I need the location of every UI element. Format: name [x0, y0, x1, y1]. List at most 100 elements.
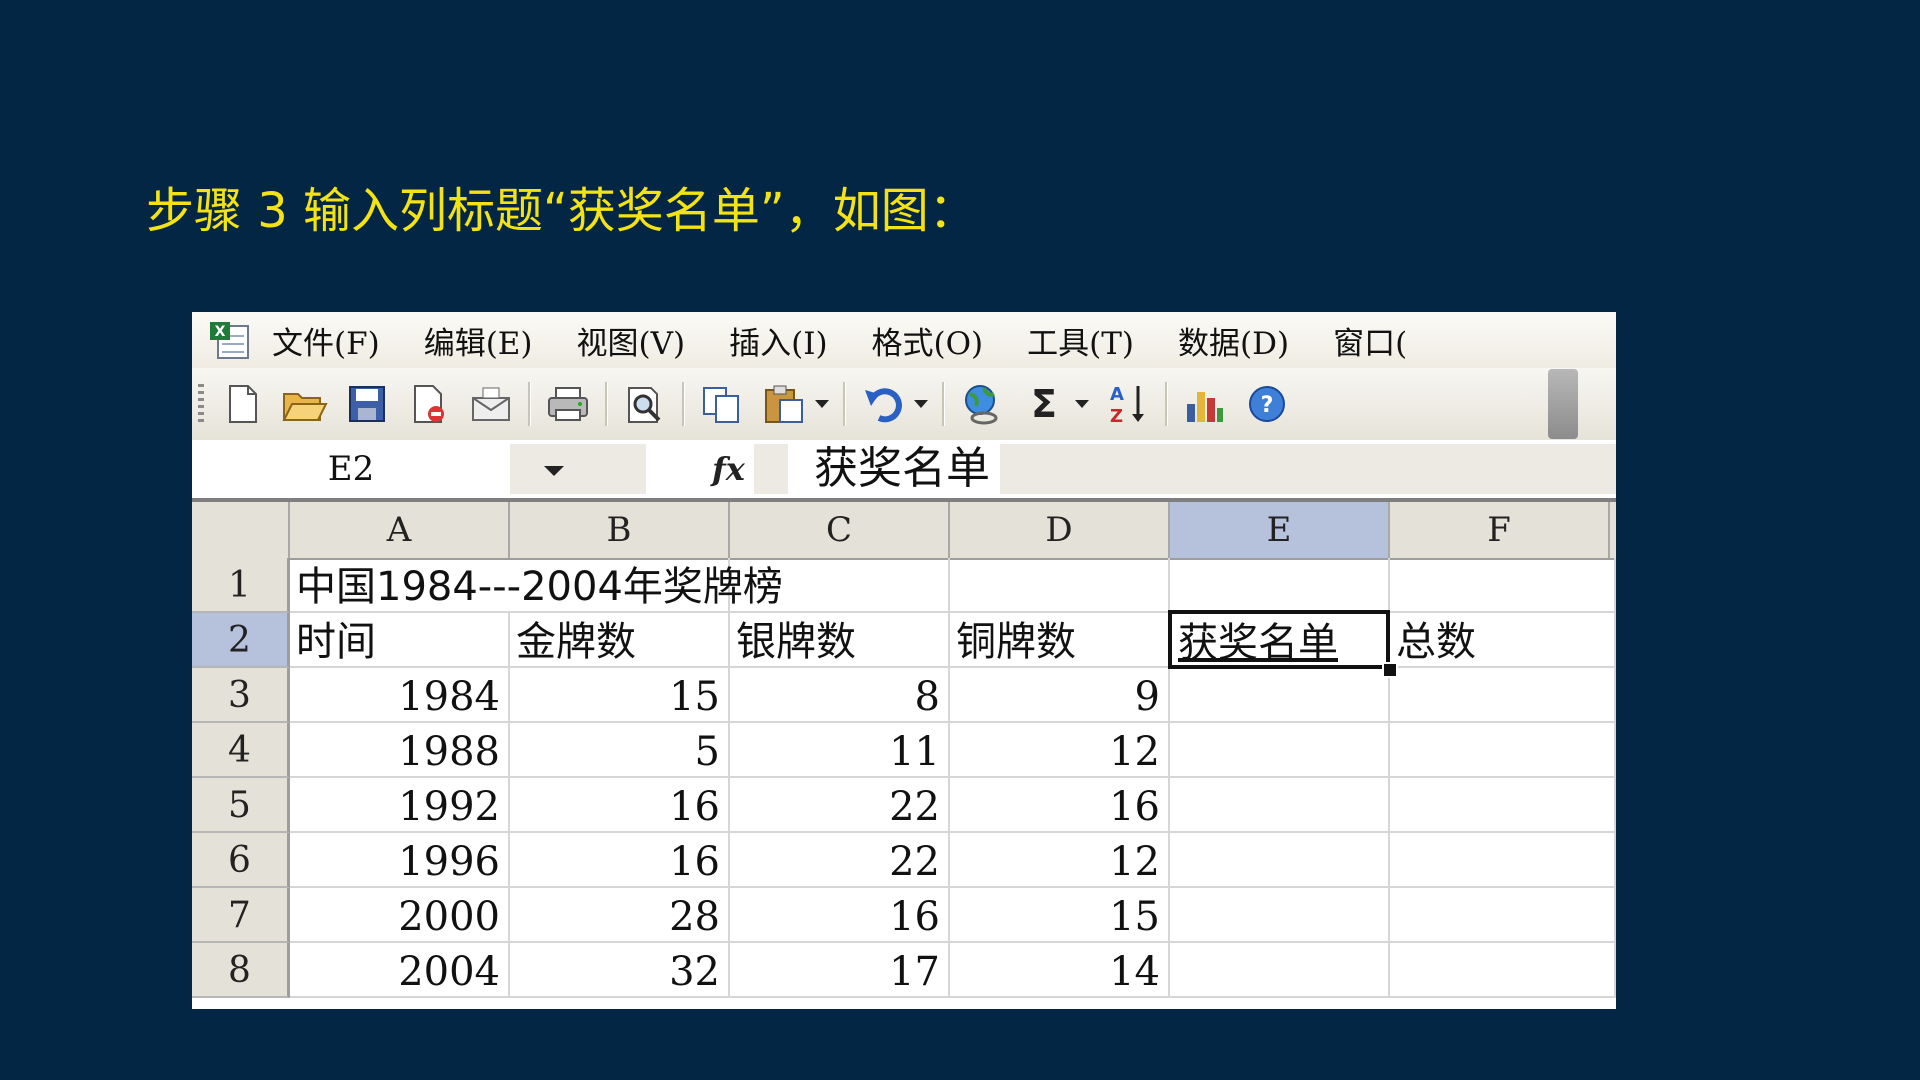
- toolbar-grip[interactable]: [198, 384, 204, 424]
- cell-b7[interactable]: 28: [510, 888, 730, 943]
- toolbar-options-icon[interactable]: [1548, 369, 1578, 439]
- open-icon[interactable]: [278, 377, 332, 431]
- sort-ascending-icon[interactable]: AZ: [1101, 377, 1155, 431]
- cell-c8[interactable]: 17: [730, 943, 950, 998]
- autosum-icon[interactable]: Σ: [1017, 377, 1071, 431]
- formula-bar: E2 fx 获奖名单: [192, 440, 1616, 502]
- cell-d2[interactable]: 铜牌数: [950, 613, 1170, 668]
- name-box-dropdown[interactable]: [510, 444, 646, 494]
- cell-a5[interactable]: 1992: [290, 778, 510, 833]
- cell-e8[interactable]: [1170, 943, 1390, 998]
- standard-toolbar: Σ AZ ?: [192, 368, 1616, 440]
- row-header-3[interactable]: 3: [192, 668, 290, 723]
- cell-d7[interactable]: 15: [950, 888, 1170, 943]
- cell-c7[interactable]: 16: [730, 888, 950, 943]
- copy-icon[interactable]: [695, 377, 749, 431]
- row-header-8[interactable]: 8: [192, 943, 290, 998]
- menu-window[interactable]: 窗口(: [1333, 318, 1407, 363]
- cell-f4[interactable]: [1390, 723, 1616, 778]
- column-header-a[interactable]: A: [290, 502, 510, 558]
- row-header-6[interactable]: 6: [192, 833, 290, 888]
- cell-f5[interactable]: [1390, 778, 1616, 833]
- row-header-1[interactable]: 1: [192, 558, 290, 613]
- cell-a7[interactable]: 2000: [290, 888, 510, 943]
- fx-icon[interactable]: fx: [712, 444, 745, 494]
- cell-d5[interactable]: 16: [950, 778, 1170, 833]
- cell-d6[interactable]: 12: [950, 833, 1170, 888]
- paste-dropdown-icon[interactable]: [815, 400, 829, 408]
- fill-handle[interactable]: [1382, 662, 1398, 678]
- undo-icon[interactable]: [856, 377, 910, 431]
- formula-input[interactable]: 获奖名单: [788, 440, 1000, 498]
- menu-edit[interactable]: 编辑(E): [424, 318, 533, 363]
- column-header-d[interactable]: D: [950, 502, 1170, 558]
- cell-a3[interactable]: 1984: [290, 668, 510, 723]
- chart-wizard-icon[interactable]: [1178, 377, 1232, 431]
- cell-d4[interactable]: 12: [950, 723, 1170, 778]
- cell-c2[interactable]: 银牌数: [730, 613, 950, 668]
- permission-icon[interactable]: [402, 377, 456, 431]
- cell-e6[interactable]: [1170, 833, 1390, 888]
- cell-a2[interactable]: 时间: [290, 613, 510, 668]
- paste-icon[interactable]: [757, 377, 811, 431]
- cell-e7[interactable]: [1170, 888, 1390, 943]
- column-header-f[interactable]: F: [1390, 502, 1610, 558]
- cell-c5[interactable]: 22: [730, 778, 950, 833]
- cell-d3[interactable]: 9: [950, 668, 1170, 723]
- cell-f7[interactable]: [1390, 888, 1616, 943]
- name-box[interactable]: E2: [192, 444, 510, 494]
- print-icon[interactable]: [541, 377, 595, 431]
- cell-d1[interactable]: [950, 558, 1170, 613]
- column-header-c[interactable]: C: [730, 502, 950, 558]
- row-header-4[interactable]: 4: [192, 723, 290, 778]
- cell-a8[interactable]: 2004: [290, 943, 510, 998]
- cell-c6[interactable]: 22: [730, 833, 950, 888]
- column-header-e[interactable]: E: [1170, 502, 1390, 558]
- help-icon[interactable]: ?: [1240, 377, 1294, 431]
- cell-b3[interactable]: 15: [510, 668, 730, 723]
- menu-format[interactable]: 格式(O): [872, 318, 984, 363]
- row-header-2[interactable]: 2: [192, 613, 290, 668]
- cell-b6[interactable]: 16: [510, 833, 730, 888]
- cell-b2[interactable]: 金牌数: [510, 613, 730, 668]
- cell-f6[interactable]: [1390, 833, 1616, 888]
- cell-e4[interactable]: [1170, 723, 1390, 778]
- autosum-dropdown-icon[interactable]: [1075, 400, 1089, 408]
- row-header-5[interactable]: 5: [192, 778, 290, 833]
- toolbar-separator: [682, 382, 685, 426]
- excel-app-icon[interactable]: X: [208, 320, 252, 360]
- undo-dropdown-icon[interactable]: [914, 400, 928, 408]
- cell-b5[interactable]: 16: [510, 778, 730, 833]
- cell-a4[interactable]: 1988: [290, 723, 510, 778]
- menu-data[interactable]: 数据(D): [1178, 318, 1289, 363]
- select-all-corner[interactable]: [192, 502, 290, 558]
- menu-file[interactable]: 文件(F): [272, 318, 380, 363]
- cell-c4[interactable]: 11: [730, 723, 950, 778]
- cell-e3[interactable]: [1170, 668, 1390, 723]
- print-preview-icon[interactable]: [618, 377, 672, 431]
- row-header-7[interactable]: 7: [192, 888, 290, 943]
- cell-f1[interactable]: [1390, 558, 1616, 613]
- cell-b4[interactable]: 5: [510, 723, 730, 778]
- email-icon[interactable]: [464, 377, 518, 431]
- cell-f3[interactable]: [1390, 668, 1616, 723]
- active-cell-e2[interactable]: 获奖名单: [1168, 610, 1390, 669]
- cell-f2[interactable]: 总数: [1390, 613, 1616, 668]
- hyperlink-icon[interactable]: [955, 377, 1009, 431]
- svg-text:X: X: [215, 324, 226, 340]
- menu-view[interactable]: 视图(V): [577, 318, 686, 363]
- cell-a1[interactable]: 中国1984---2004年奖牌榜: [290, 558, 783, 613]
- cell-c3[interactable]: 8: [730, 668, 950, 723]
- column-header-b[interactable]: B: [510, 502, 730, 558]
- cell-a6[interactable]: 1996: [290, 833, 510, 888]
- menu-insert[interactable]: 插入(I): [729, 318, 827, 363]
- cell-f8[interactable]: [1390, 943, 1616, 998]
- cell-c1[interactable]: [730, 558, 950, 613]
- cell-e5[interactable]: [1170, 778, 1390, 833]
- cell-d8[interactable]: 14: [950, 943, 1170, 998]
- cell-b8[interactable]: 32: [510, 943, 730, 998]
- menu-tools[interactable]: 工具(T): [1027, 318, 1134, 363]
- save-icon[interactable]: [340, 377, 394, 431]
- new-icon[interactable]: [216, 377, 270, 431]
- cell-e1[interactable]: [1170, 558, 1390, 613]
